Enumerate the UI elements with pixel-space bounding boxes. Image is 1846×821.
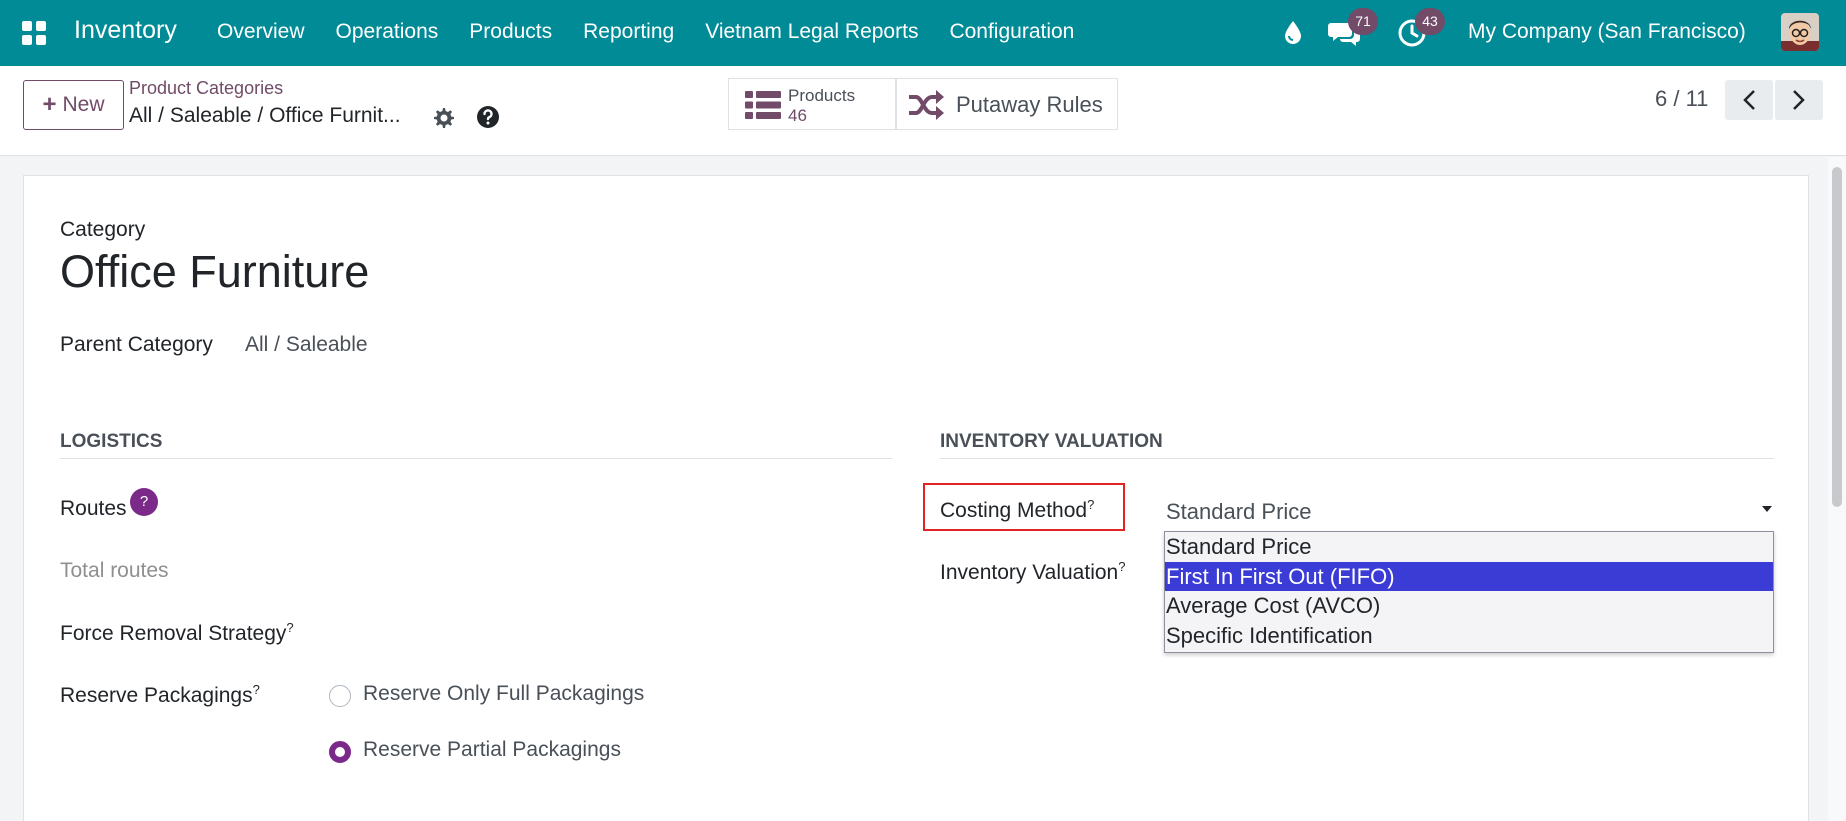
putaway-rules-label: Putaway Rules — [956, 92, 1103, 117]
main-menu: Overview Operations Products Reporting V… — [217, 20, 1105, 44]
chevron-left-icon — [1743, 90, 1755, 110]
page-scrollbar[interactable] — [1828, 157, 1846, 821]
menu-reporting[interactable]: Reporting — [583, 20, 674, 44]
list-icon — [745, 91, 781, 119]
force-removal-strategy-text: Force Removal Strategy — [60, 622, 287, 645]
random-shuffle-icon — [909, 90, 944, 120]
inventory-valuation-text: Inventory Valuation — [940, 561, 1119, 584]
control-panel: + New Product Categories All / Saleable … — [0, 66, 1846, 156]
avatar[interactable] — [1781, 13, 1819, 51]
messages-badge: 71 — [1348, 8, 1378, 35]
products-smart-button[interactable]: Products 46 — [728, 78, 896, 130]
category-label: Category — [60, 218, 146, 241]
top-navbar: Inventory Overview Operations Products R… — [0, 0, 1846, 66]
chevron-right-icon — [1793, 90, 1805, 110]
products-smart-count: 46 — [788, 106, 807, 125]
putaway-rules-smart-button[interactable]: Putaway Rules — [896, 78, 1118, 130]
products-smart-label: Products — [788, 86, 856, 105]
gear-icon[interactable] — [432, 106, 456, 130]
pager-next-button[interactable] — [1775, 80, 1823, 120]
scrollbar-thumb[interactable] — [1832, 167, 1842, 507]
menu-vietnam-legal-reports[interactable]: Vietnam Legal Reports — [705, 20, 918, 44]
costing-method-dropdown: Standard Price First In First Out (FIFO)… — [1164, 531, 1774, 653]
parent-category-label: Parent Category — [60, 333, 213, 356]
costing-method-label: Costing Method? — [940, 497, 1094, 523]
costing-method-select[interactable]: Standard Price — [1164, 487, 1774, 531]
new-button[interactable]: + New — [23, 80, 124, 130]
help-tooltip-mark[interactable]: ? — [286, 620, 293, 635]
parent-category-field[interactable]: All / Saleable — [245, 333, 368, 357]
apps-menu-icon[interactable] — [22, 21, 46, 45]
reserve-partial-packagings-label[interactable]: Reserve Partial Packagings — [363, 738, 621, 762]
app-name[interactable]: Inventory — [74, 16, 177, 45]
help-tooltip-mark[interactable]: ? — [253, 682, 260, 697]
activities-badge: 43 — [1415, 8, 1445, 35]
reserve-packagings-text: Reserve Packagings — [60, 684, 253, 707]
option-avco[interactable]: Average Cost (AVCO) — [1165, 591, 1773, 621]
help-tooltip-mark[interactable]: ? — [1118, 559, 1125, 574]
menu-configuration[interactable]: Configuration — [949, 20, 1074, 44]
option-specific-identification[interactable]: Specific Identification — [1165, 621, 1773, 651]
option-fifo[interactable]: First In First Out (FIFO) — [1165, 561, 1773, 591]
menu-operations[interactable]: Operations — [336, 20, 439, 44]
reserve-packagings-label: Reserve Packagings? — [60, 682, 260, 708]
reserve-full-packagings-label[interactable]: Reserve Only Full Packagings — [363, 682, 644, 706]
costing-method-value: Standard Price — [1166, 499, 1312, 524]
menu-products[interactable]: Products — [469, 20, 552, 44]
form-sheet: Category Office Furniture Parent Categor… — [23, 175, 1809, 821]
routes-help-icon[interactable]: ? — [130, 488, 158, 516]
breadcrumb-parent[interactable]: Product Categories — [129, 78, 283, 99]
total-routes-label: Total routes — [60, 559, 169, 582]
logistics-divider — [60, 458, 892, 459]
company-switcher[interactable]: My Company (San Francisco) — [1468, 20, 1746, 44]
menu-overview[interactable]: Overview — [217, 20, 305, 44]
category-name-field[interactable]: Office Furniture — [60, 246, 369, 298]
routes-label: Routes — [60, 497, 127, 520]
pager-value[interactable]: 6 / 11 — [1655, 86, 1708, 112]
pager-previous-button[interactable] — [1725, 80, 1773, 120]
inventory-valuation-label: Inventory Valuation? — [940, 559, 1125, 585]
plus-icon: + — [42, 91, 57, 118]
inventory-valuation-section-title: INVENTORY VALUATION — [940, 431, 1163, 452]
help-tooltip-mark[interactable]: ? — [1087, 497, 1094, 512]
reserve-full-packagings-radio[interactable] — [329, 685, 351, 707]
costing-method-text: Costing Method — [940, 499, 1088, 522]
force-removal-strategy-label: Force Removal Strategy? — [60, 620, 294, 646]
option-standard-price[interactable]: Standard Price — [1165, 532, 1773, 562]
breadcrumb-current: All / Saleable / Office Furnit... — [129, 104, 401, 127]
caret-down-icon — [1762, 506, 1772, 512]
logistics-section-title: LOGISTICS — [60, 431, 163, 452]
new-button-label: New — [62, 93, 105, 116]
drop-icon[interactable] — [1282, 19, 1304, 45]
help-icon[interactable] — [476, 105, 500, 129]
valuation-divider — [940, 458, 1774, 459]
reserve-partial-packagings-radio[interactable] — [329, 741, 351, 763]
